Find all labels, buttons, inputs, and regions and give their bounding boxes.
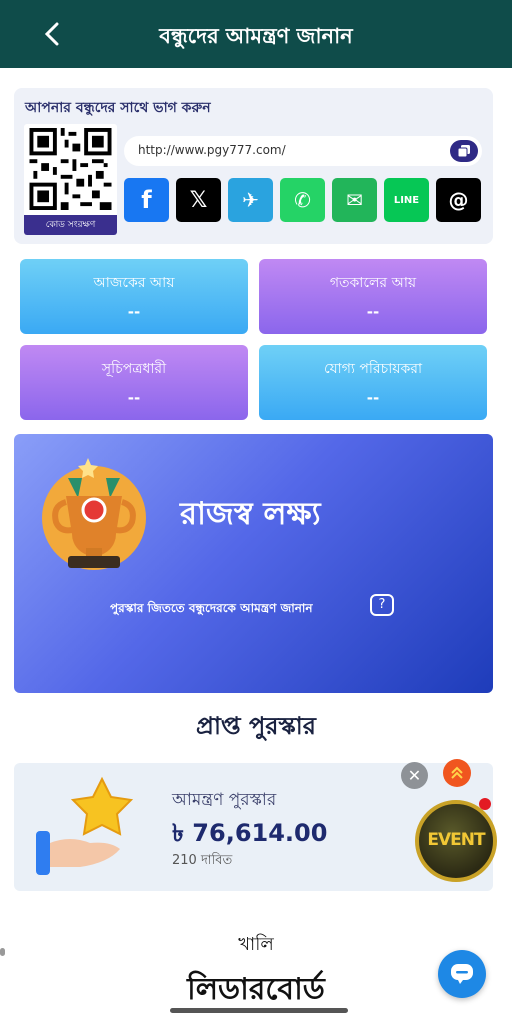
threads-share-button[interactable]: @ xyxy=(436,178,481,222)
scroll-top-button[interactable] xyxy=(443,759,471,787)
line-icon: LINE xyxy=(393,194,420,206)
stat-indexed: সূচিপত্রধারী -- xyxy=(20,345,248,420)
invite-url-field[interactable]: http://www.pgy777.com/ xyxy=(124,136,482,166)
rewards-section-title: প্রাপ্ত পুরস্কার xyxy=(196,712,316,740)
stat-value: -- xyxy=(366,389,380,407)
share-card: আপনার বন্ধুদের সাথে ভাগ করুন কোড সংরক্ষণ… xyxy=(14,88,493,244)
sms-share-button[interactable]: ✉ xyxy=(332,178,377,222)
invite-reward-claims: 210 দাবিত xyxy=(172,853,233,868)
whatsapp-icon: ✆ xyxy=(294,188,311,212)
invite-reward-label: আমন্ত্রণ পুরস্কার xyxy=(172,790,277,810)
stat-today-earnings: আজকের আয় -- xyxy=(20,259,248,334)
x-icon: 𝕏 xyxy=(189,187,208,213)
threads-icon: @ xyxy=(448,188,469,212)
stat-value: -- xyxy=(366,303,380,321)
facebook-icon: f xyxy=(141,186,152,214)
trophy-icon xyxy=(42,458,146,570)
copy-url-button[interactable] xyxy=(450,140,478,162)
share-title: আপনার বন্ধুদের সাথে ভাগ করুন xyxy=(25,100,211,116)
invite-to-win-text: পুরস্কার জিততে বন্ধুদেরকে আমন্ত্রণ জানান xyxy=(110,601,313,615)
notification-dot xyxy=(479,798,491,810)
stat-yesterday-earnings: গতকালের আয় -- xyxy=(259,259,487,334)
empty-state-text: খালি xyxy=(238,934,274,955)
help-button[interactable]: ? xyxy=(370,594,394,616)
whatsapp-share-button[interactable]: ✆ xyxy=(280,178,325,222)
qr-code-box[interactable]: কোড সংরক্ষণ xyxy=(24,124,117,235)
x-share-button[interactable]: 𝕏 xyxy=(176,178,221,222)
star-hand-icon xyxy=(36,776,134,875)
invite-reward-amount: ৳ 76,614.00 xyxy=(172,819,328,847)
top-app-bar: বন্ধুদের আমন্ত্রণ জানান xyxy=(0,0,512,68)
stat-label: গতকালের আয় xyxy=(329,275,417,291)
telegram-icon: ✈ xyxy=(242,188,259,212)
double-chevron-up-icon xyxy=(451,766,463,779)
edge-indicator xyxy=(0,948,5,956)
chat-bubble-icon xyxy=(451,964,473,984)
stat-value: -- xyxy=(127,389,141,407)
event-badge[interactable]: EVENT xyxy=(415,798,497,882)
revenue-target-banner: রাজস্ব লক্ষ্য পুরস্কার জিততে বন্ধুদেরকে … xyxy=(14,434,493,693)
line-share-button[interactable]: LINE xyxy=(384,178,429,222)
event-label: EVENT xyxy=(427,830,485,850)
stat-label: যোগ্য পরিচায়করা xyxy=(323,361,423,377)
page-title: বন্ধুদের আমন্ত্রণ জানান xyxy=(159,24,353,48)
close-event-button[interactable]: ✕ xyxy=(401,762,428,789)
copy-icon xyxy=(458,145,470,157)
stat-value: -- xyxy=(127,303,141,321)
qr-code-icon xyxy=(29,128,112,210)
stat-label: আজকের আয় xyxy=(93,275,175,291)
close-icon: ✕ xyxy=(407,766,422,785)
telegram-share-button[interactable]: ✈ xyxy=(228,178,273,222)
stat-qualified-referrers: যোগ্য পরিচায়করা -- xyxy=(259,345,487,420)
home-indicator xyxy=(170,1008,348,1013)
invite-url-text: http://www.pgy777.com/ xyxy=(138,143,286,157)
stat-label: সূচিপত্রধারী xyxy=(101,361,167,377)
sms-icon: ✉ xyxy=(346,188,363,212)
facebook-share-button[interactable]: f xyxy=(124,178,169,222)
revenue-target-title: রাজস্ব লক্ষ্য xyxy=(180,496,321,532)
save-qr-button[interactable]: কোড সংরক্ষণ xyxy=(24,215,117,235)
social-share-row: f 𝕏 ✈ ✆ ✉ LINE @ xyxy=(124,178,481,222)
chat-support-button[interactable] xyxy=(438,950,486,998)
